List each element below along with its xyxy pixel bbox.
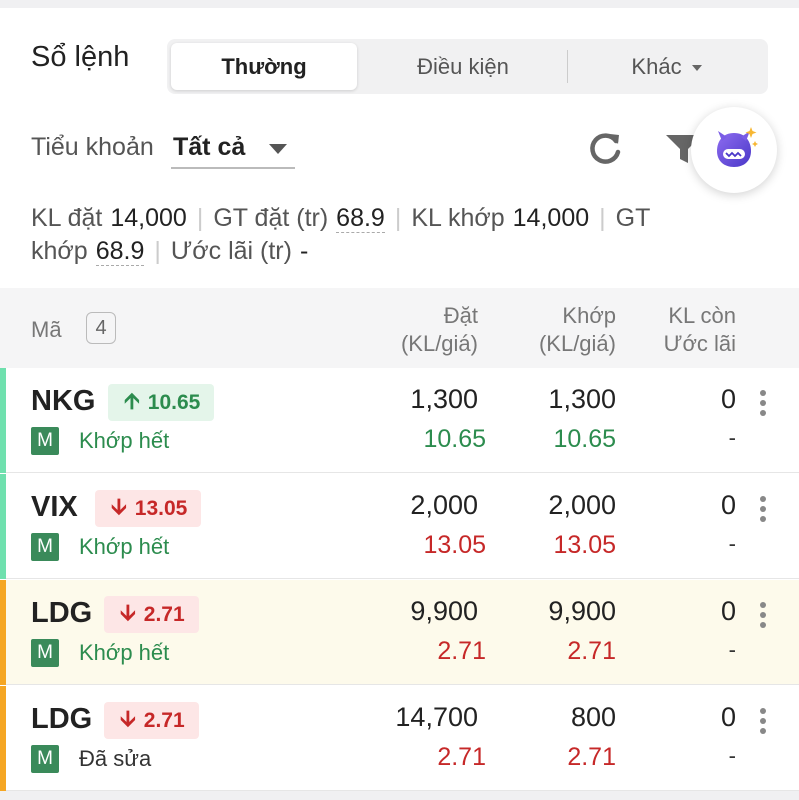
uoc-lai-value: -	[299, 237, 309, 265]
row-symbol[interactable]: LDG	[31, 703, 92, 736]
row-order-qty: 9,900	[410, 596, 478, 626]
gt-dat-value: 68.9	[336, 204, 385, 233]
dropdown-caret-icon	[269, 144, 287, 154]
assistant-bot-icon	[717, 127, 758, 167]
row-matched-price: 13.05	[553, 531, 616, 559]
row-remaining-qty: 0	[720, 490, 736, 520]
tab-other-label: Khác	[631, 53, 682, 79]
arrow-down-icon: 🡫	[120, 705, 136, 731]
order-type-badge: M	[31, 533, 59, 561]
row-status-bar	[0, 474, 6, 579]
row-matched-qty: 800	[570, 702, 616, 732]
col-header-symbol[interactable]: Mã	[31, 316, 62, 344]
row-price-tag: 🡩 10.65	[108, 384, 215, 421]
more-vertical-icon[interactable]	[760, 708, 768, 736]
tab-conditional[interactable]: Điều kiện	[360, 43, 566, 90]
page-title: Sổ lệnh	[31, 41, 130, 73]
arrow-down-icon: 🡫	[120, 599, 136, 625]
row-status: Khớp hết	[79, 428, 170, 453]
tab-normal[interactable]: Thường	[171, 43, 357, 90]
row-price-tag: 🡫 2.71	[104, 596, 199, 633]
order-count-badge: 4	[86, 312, 116, 344]
col-header-order: Đặt (KL/giá)	[400, 303, 478, 356]
row-status: Khớp hết	[79, 534, 170, 559]
row-remaining-qty: 0	[720, 596, 736, 626]
row-matched-qty: 9,900	[548, 596, 616, 626]
more-vertical-icon[interactable]	[760, 602, 768, 630]
row-order-price: 10.65	[423, 425, 486, 453]
row-status-bar	[0, 580, 6, 685]
sub-account-value: Tất cả	[173, 133, 246, 161]
row-symbol[interactable]: VIX	[31, 491, 78, 524]
row-matched-qty: 2,000	[548, 490, 616, 520]
arrow-up-icon: 🡩	[124, 387, 140, 413]
row-price-tag: 🡫 2.71	[104, 702, 199, 739]
row-order-qty: 2,000	[410, 490, 478, 520]
row-status-bar	[0, 368, 6, 473]
table-header: Mã 4 Đặt (KL/giá) Khớp (KL/giá) KL còn Ư…	[0, 288, 799, 368]
col-header-remaining: KL còn Ước lãi	[663, 303, 736, 356]
row-symbol[interactable]: LDG	[31, 597, 92, 630]
row-order-price: 2.71	[437, 637, 486, 665]
gt-khop-value: 68.9	[95, 237, 145, 266]
row-order-qty: 14,700	[395, 702, 478, 732]
row-remaining-qty: 0	[720, 702, 736, 732]
order-type-tabs: Thường Điều kiện Khác	[167, 39, 768, 94]
table-row[interactable]: LDG 🡫 2.71 M Đã sửa 14,700 2.71 800 2.71 0 -	[0, 686, 799, 791]
row-price-tag-value: 10.65	[147, 390, 201, 414]
row-price-tag-value: 13.05	[134, 496, 188, 520]
table-row[interactable]: NKG 🡩 10.65 M Khớp hết 1,300 10.65 1,300 10.65 0 -	[0, 368, 799, 473]
assistant-bot-button[interactable]	[691, 107, 777, 193]
more-vertical-icon[interactable]	[760, 390, 768, 418]
row-status: Khớp hết	[79, 640, 170, 665]
order-type-badge: M	[31, 745, 59, 773]
row-est-profit: -	[728, 531, 736, 556]
row-order-qty: 1,300	[410, 384, 478, 414]
col-header-matched: Khớp (KL/giá)	[538, 303, 616, 356]
order-type-badge: M	[31, 639, 59, 667]
tab-other[interactable]: Khác	[569, 43, 764, 90]
row-symbol[interactable]: NKG	[31, 385, 95, 418]
row-matched-price: 10.65	[553, 425, 616, 453]
more-vertical-icon[interactable]	[760, 496, 768, 524]
uoc-lai-label: Ước lãi (tr)	[170, 237, 292, 265]
table-row[interactable]: VIX 🡫 13.05 M Khớp hết 2,000 13.05 2,000 13.05 0 -	[0, 474, 799, 579]
gt-dat-label: GT đặt (tr)	[213, 204, 329, 232]
kl-khop-label: KL khớp	[411, 204, 505, 232]
row-price-tag-value: 2.71	[143, 708, 185, 732]
sub-account-label: Tiểu khoản	[31, 133, 154, 161]
row-matched-price: 2.71	[567, 637, 616, 665]
chevron-down-icon	[691, 64, 702, 71]
tab-divider	[567, 50, 568, 83]
kl-dat-label: KL đặt	[31, 204, 103, 232]
order-summary: KL đặt 14,000 | GT đặt (tr) 68.9 | KL khớp 14,0…	[31, 204, 650, 266]
row-est-profit: -	[728, 637, 736, 662]
sub-account-select[interactable]: Tất cả	[171, 126, 295, 169]
row-matched-qty: 1,300	[548, 384, 616, 414]
row-matched-price: 2.71	[567, 743, 616, 771]
row-remaining-qty: 0	[720, 384, 736, 414]
row-price-tag-value: 2.71	[143, 602, 185, 626]
arrow-down-icon: 🡫	[111, 493, 127, 519]
row-order-price: 13.05	[423, 531, 486, 559]
row-est-profit: -	[728, 425, 736, 450]
table-row[interactable]: LDG 🡫 2.71 M Khớp hết 9,900 2.71 9,900 2.71 0 -	[0, 580, 799, 685]
row-order-price: 2.71	[437, 743, 486, 771]
kl-dat-value: 14,000	[110, 204, 187, 232]
row-status: Đã sửa	[79, 746, 152, 771]
row-price-tag: 🡫 13.05	[95, 490, 202, 527]
refresh-icon[interactable]	[585, 129, 625, 169]
order-type-badge: M	[31, 427, 59, 455]
row-est-profit: -	[728, 743, 736, 768]
kl-khop-value: 14,000	[512, 204, 590, 232]
row-status-bar	[0, 686, 6, 791]
